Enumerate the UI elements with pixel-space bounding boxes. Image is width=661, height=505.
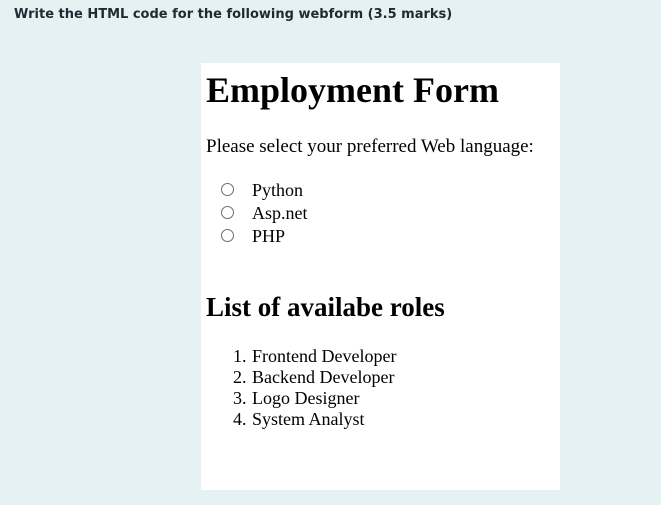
roles-list: 1. Frontend Developer 2. Backend Developer… <box>233 346 396 430</box>
radio-button[interactable] <box>221 229 234 242</box>
role-label: Frontend Developer <box>252 346 397 366</box>
question-text: Write the HTML code for the following we… <box>14 7 453 22</box>
form-title: Employment Form <box>206 70 499 110</box>
list-number: 3. <box>233 388 247 408</box>
radio-option-aspnet[interactable]: Asp.net <box>221 201 308 224</box>
role-label: System Analyst <box>252 409 365 429</box>
role-label: Backend Developer <box>252 367 395 387</box>
list-item: 4. System Analyst <box>233 409 396 430</box>
list-number: 1. <box>233 346 247 366</box>
language-radio-group: Python Asp.net PHP <box>221 178 308 247</box>
radio-label: PHP <box>252 225 286 246</box>
roles-heading: List of availabe roles <box>206 292 445 322</box>
radio-button[interactable] <box>221 183 234 196</box>
radio-label: Asp.net <box>252 202 308 223</box>
list-item: 1. Frontend Developer <box>233 346 396 367</box>
radio-label: Python <box>252 179 304 200</box>
list-item: 2. Backend Developer <box>233 367 396 388</box>
list-number: 2. <box>233 367 247 387</box>
role-label: Logo Designer <box>252 388 360 408</box>
employment-form-panel: Employment Form Please select your prefe… <box>201 63 560 490</box>
radio-option-php[interactable]: PHP <box>221 224 308 247</box>
list-number: 4. <box>233 409 247 429</box>
radio-option-python[interactable]: Python <box>221 178 308 201</box>
language-prompt: Please select your preferred Web languag… <box>206 136 534 157</box>
list-item: 3. Logo Designer <box>233 388 396 409</box>
radio-button[interactable] <box>221 206 234 219</box>
